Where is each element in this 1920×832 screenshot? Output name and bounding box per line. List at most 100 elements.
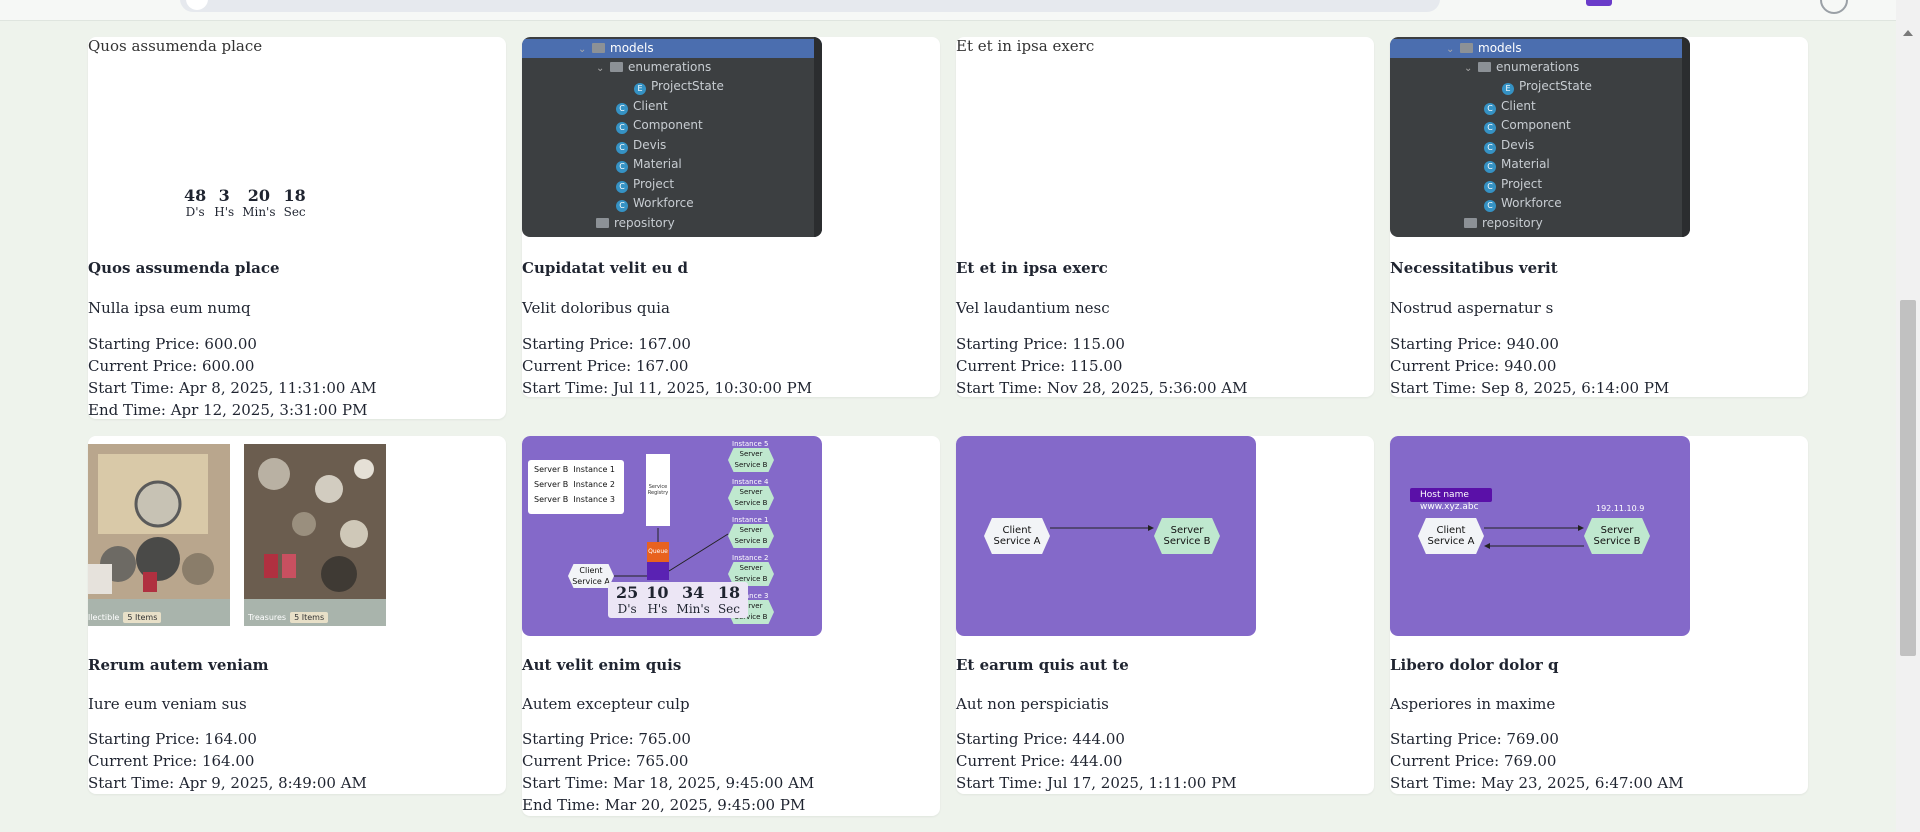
countdown-days-label: D's — [617, 602, 637, 616]
class-icon: C — [616, 103, 628, 115]
connector-arrows — [1484, 525, 1584, 549]
connector-arrow — [1050, 525, 1154, 531]
tree-folder-repository: repository — [1482, 216, 1543, 230]
start-time: Start Time: Sep 8, 2025, 6:14:00 PM — [1390, 379, 1670, 397]
countdown-hours: 10 — [646, 583, 669, 602]
tree-folder-models: models — [610, 41, 654, 55]
auction-card[interactable]: ⌄ models ⌄ enumerations E ProjectState C Cli… — [522, 37, 940, 397]
scrollbar-thumb[interactable] — [1900, 300, 1916, 656]
start-time: Start Time: Mar 18, 2025, 9:45:00 AM — [522, 774, 815, 792]
tree-item: Component — [633, 118, 703, 132]
auction-image: Et et in ipsa exerc — [956, 37, 1256, 237]
collectibles-photo — [244, 444, 386, 599]
class-icon: C — [1484, 122, 1496, 134]
auction-description: Velit doloribus quia — [522, 299, 670, 317]
collage-caption: llectible — [88, 613, 120, 622]
class-icon: C — [1484, 161, 1496, 173]
auction-card[interactable]: Quos assumenda place 48 D's 3 H's 20 Min's … — [88, 37, 506, 419]
start-time: Start Time: Nov 28, 2025, 5:36:00 AM — [956, 379, 1248, 397]
countdown-timer: 25 D's 10 H's 34 Min's 18 Sec — [608, 582, 749, 618]
current-price: Current Price: 167.00 — [522, 357, 689, 375]
auction-title[interactable]: Necessitatibus verit — [1390, 259, 1558, 277]
auction-title[interactable]: Cupidatat velit eu d — [522, 259, 688, 277]
auction-info: Starting Price: 164.00 Current Price: 16… — [88, 728, 367, 794]
start-time: Start Time: Apr 9, 2025, 8:49:00 AM — [88, 774, 367, 792]
auction-title[interactable]: Rerum autem veniam — [88, 656, 269, 674]
auction-image: ⌄ models ⌄ enumerations E ProjectState C Cli… — [522, 37, 822, 237]
current-price: Current Price: 940.00 — [1390, 357, 1557, 375]
folder-icon — [610, 62, 623, 72]
countdown-minutes-label: Min's — [676, 602, 710, 616]
auction-info: Starting Price: 115.00 Current Price: 11… — [956, 333, 1247, 399]
auction-description: Aut non perspiciatis — [956, 695, 1109, 713]
tree-item: Project — [1501, 177, 1543, 191]
start-time: Start Time: Jul 17, 2025, 1:11:00 PM — [956, 774, 1237, 792]
countdown-minutes: 20 — [247, 186, 270, 205]
auction-title[interactable]: Et earum quis aut te — [956, 656, 1129, 674]
end-time: End Time: Mar 20, 2025, 9:45:00 PM — [522, 796, 806, 814]
auction-title[interactable]: Et et in ipsa exerc — [956, 259, 1108, 277]
client-server-diagram: Client Service A Server Service B — [956, 436, 1256, 636]
auction-card[interactable]: Et et in ipsa exerc Et et in ipsa exerc … — [956, 37, 1374, 397]
image-alt-text: Quos assumenda place — [88, 37, 263, 55]
countdown-minutes-label: Min's — [242, 205, 276, 219]
class-icon: C — [616, 122, 628, 134]
starting-price: Starting Price: 600.00 — [88, 335, 257, 353]
page-scrollbar[interactable] — [1896, 0, 1920, 832]
tree-scrollbar — [814, 37, 822, 237]
avatar[interactable] — [1820, 0, 1848, 14]
ide-project-tree: ⌄ models ⌄ enumerations E ProjectState C Cli… — [1390, 37, 1690, 237]
tree-item-projectstate: ProjectState — [651, 79, 724, 93]
starting-price: Starting Price: 940.00 — [1390, 335, 1559, 353]
countdown-seconds-label: Sec — [283, 205, 306, 219]
top-navbar — [0, 0, 1896, 21]
auction-card[interactable]: llectible 5 Items Treasures 5 Items Rerum … — [88, 436, 506, 794]
auction-image: Client Service A Server Service B — [956, 436, 1256, 636]
tree-folder-models: models — [1478, 41, 1522, 55]
search-bar[interactable] — [180, 0, 1440, 12]
folder-icon — [596, 218, 609, 228]
tree-item: Material — [633, 157, 682, 171]
countdown-seconds: 18 — [717, 583, 741, 602]
auction-card[interactable]: ⌄ models ⌄ enumerations E ProjectState C Cli… — [1390, 37, 1808, 397]
auction-title[interactable]: Quos assumenda place — [88, 259, 280, 277]
folder-icon — [1478, 62, 1491, 72]
tree-item-projectstate: ProjectState — [1519, 79, 1592, 93]
collectibles-photo — [88, 444, 230, 599]
auction-info: Starting Price: 444.00 Current Price: 44… — [956, 728, 1237, 794]
countdown-seconds-label: Sec — [717, 602, 740, 616]
auction-info: Starting Price: 167.00 Current Price: 16… — [522, 333, 812, 399]
tree-item: Workforce — [633, 196, 694, 210]
image-alt-text: Et et in ipsa exerc — [956, 37, 1095, 55]
countdown-days: 48 — [184, 186, 207, 205]
current-price: Current Price: 600.00 — [88, 357, 255, 375]
auction-image: Host name www.xyz.abc 192.11.10.9 Client… — [1390, 436, 1690, 636]
auction-description: Nostrud aspernatur s — [1390, 299, 1554, 317]
start-time: Start Time: May 23, 2025, 6:47:00 AM — [1390, 774, 1684, 792]
notification-icon[interactable] — [1586, 0, 1612, 6]
auction-card[interactable]: Host name www.xyz.abc 192.11.10.9 Client… — [1390, 436, 1808, 794]
class-icon: C — [616, 181, 628, 193]
class-icon: C — [616, 142, 628, 154]
auction-description: Autem excepteur culp — [522, 695, 690, 713]
tree-folder-repository: repository — [614, 216, 675, 230]
enum-icon: E — [634, 83, 646, 95]
tree-folder-enumerations: enumerations — [1496, 60, 1580, 74]
auction-card[interactable]: Server B Instance 1 Server B Instance 2 … — [522, 436, 940, 816]
countdown-seconds: 18 — [283, 186, 306, 205]
scroll-up-arrow-icon[interactable] — [1903, 30, 1913, 36]
start-time: Start Time: Apr 8, 2025, 11:31:00 AM — [88, 379, 377, 397]
starting-price: Starting Price: 167.00 — [522, 335, 691, 353]
class-icon: C — [1484, 103, 1496, 115]
tree-scrollbar — [1682, 37, 1690, 237]
auction-info: Starting Price: 769.00 Current Price: 76… — [1390, 728, 1684, 794]
tree-item: Devis — [1501, 138, 1535, 152]
auction-title[interactable]: Aut velit enim quis — [522, 656, 681, 674]
auction-title[interactable]: Libero dolor dolor q — [1390, 656, 1559, 674]
auction-card[interactable]: Client Service A Server Service B Et ear… — [956, 436, 1374, 794]
auction-description: Vel laudantium nesc — [956, 299, 1110, 317]
auction-description: Nulla ipsa eum numq — [88, 299, 251, 317]
tree-item: Workforce — [1501, 196, 1562, 210]
current-price: Current Price: 765.00 — [522, 752, 689, 770]
search-icon[interactable] — [186, 0, 208, 10]
